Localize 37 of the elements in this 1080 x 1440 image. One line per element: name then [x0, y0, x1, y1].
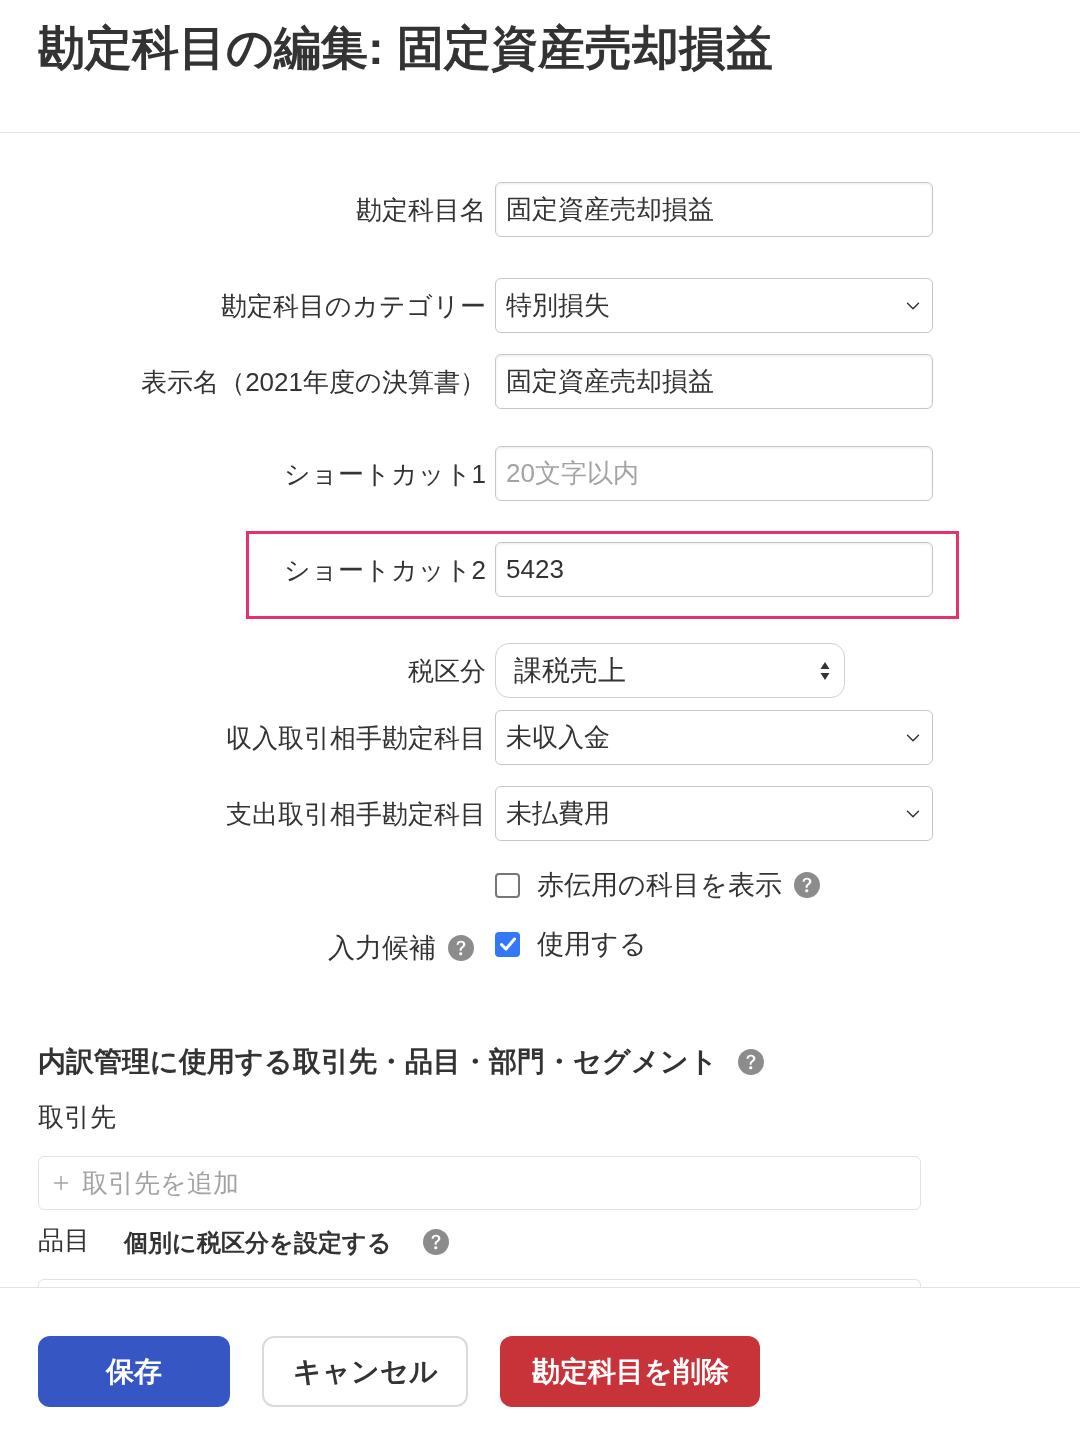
- text-field[interactable]: 5423: [495, 542, 933, 597]
- text-field[interactable]: 20文字以内: [495, 446, 933, 501]
- field-label: ショートカット1: [283, 457, 486, 490]
- items-label: 品目: [38, 1224, 90, 1256]
- checkbox-label: 使用する: [537, 928, 647, 961]
- cancel-button[interactable]: キャンセル: [262, 1336, 468, 1407]
- section-heading: 内訳管理に使用する取引先・品目・部門・セグメント: [38, 1045, 718, 1079]
- field-label: 勘定科目のカテゴリー: [221, 289, 486, 322]
- field-label: ショートカット2: [283, 553, 486, 586]
- field-label: 表示名（2021年度の決算書）: [141, 365, 486, 398]
- help-icon[interactable]: [794, 872, 820, 898]
- text-field[interactable]: 固定資産売却損益: [495, 354, 933, 409]
- up-down-arrows-icon: [820, 660, 830, 681]
- field-label: 勘定科目名: [356, 193, 486, 226]
- option-label: 入力候補: [328, 932, 436, 965]
- help-icon[interactable]: [423, 1229, 449, 1255]
- field-label: 支出取引相手勘定科目: [226, 797, 486, 830]
- page-title: 勘定科目の編集: 固定資産売却損益: [38, 20, 774, 76]
- help-icon[interactable]: [448, 935, 474, 961]
- select-field[interactable]: 特別損失: [495, 278, 933, 333]
- select-field[interactable]: 未収入金: [495, 710, 933, 765]
- select-field[interactable]: 課税売上: [495, 643, 845, 698]
- checkbox[interactable]: [495, 931, 520, 957]
- checkbox[interactable]: [495, 872, 520, 898]
- save-button[interactable]: 保存: [38, 1336, 230, 1407]
- select-field[interactable]: 未払費用: [495, 786, 933, 841]
- checkbox-label: 赤伝用の科目を表示: [537, 869, 782, 902]
- checkmark-icon: [499, 937, 516, 951]
- add-partner-field[interactable]: 取引先を追加: [38, 1156, 921, 1210]
- field-label: 税区分: [408, 654, 486, 687]
- input-field[interactable]: [38, 1279, 921, 1287]
- text-field[interactable]: 固定資産売却損益: [495, 182, 933, 237]
- partner-label: 取引先: [38, 1101, 116, 1133]
- help-icon[interactable]: [738, 1049, 764, 1075]
- field-label: 収入取引相手勘定科目: [226, 721, 486, 754]
- delete-button[interactable]: 勘定科目を削除: [500, 1336, 760, 1407]
- tax-setting-label: 個別に税区分を設定する: [124, 1228, 392, 1258]
